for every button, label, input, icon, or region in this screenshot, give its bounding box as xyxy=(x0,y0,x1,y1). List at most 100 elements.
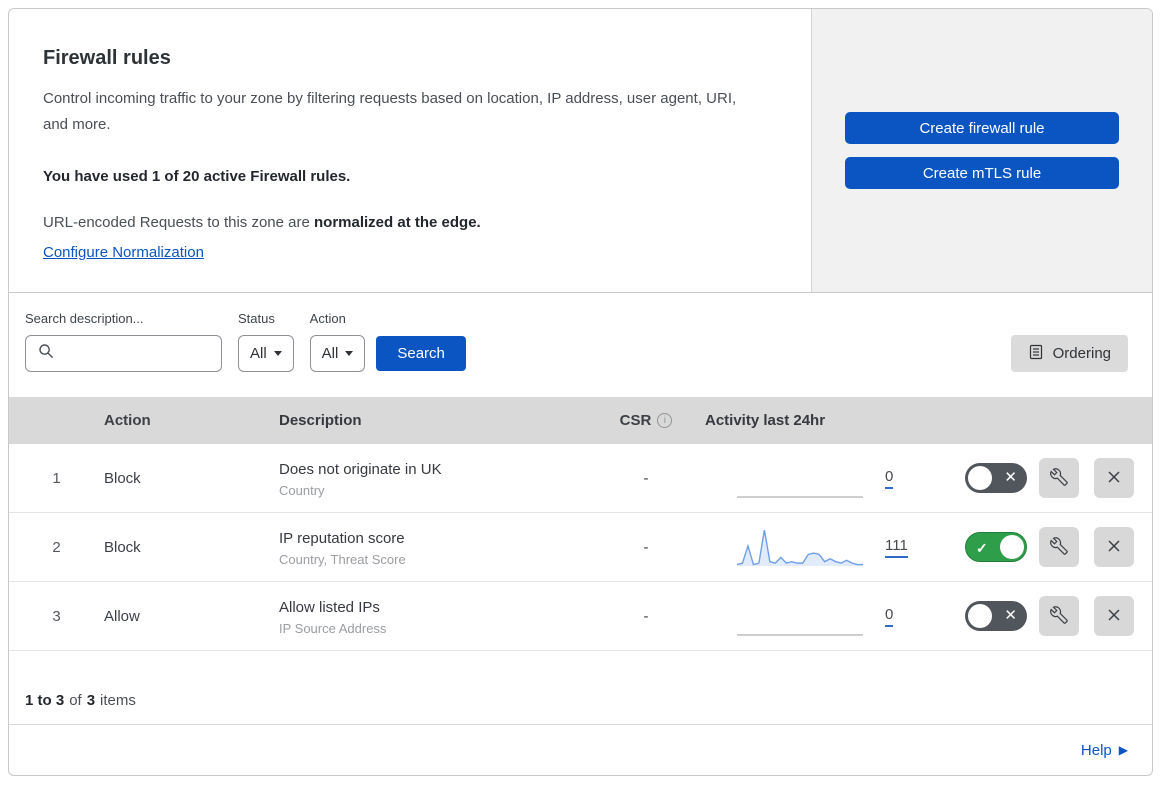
edit-rule-button[interactable] xyxy=(1039,596,1079,636)
activity-sparkline xyxy=(735,595,865,637)
rule-controls-cell: ✓ ✕ xyxy=(921,458,1152,498)
rule-description-cell: Allow listed IPs IP Source Address xyxy=(279,597,611,636)
rule-description: IP reputation score xyxy=(279,529,405,547)
usage-notice: You have used 1 of 20 active Firewall ru… xyxy=(43,168,351,185)
pagination-of: of xyxy=(69,692,82,709)
activity-sparkline xyxy=(735,457,865,499)
rule-priority: 2 xyxy=(52,538,61,556)
list-document-icon xyxy=(1028,344,1044,364)
activity-count-link[interactable]: 0 xyxy=(885,606,894,627)
rule-description: Allow listed IPs xyxy=(279,598,380,616)
toggle-knob xyxy=(1000,535,1024,559)
search-button[interactable]: Search xyxy=(376,336,466,371)
activity-column-header: Activity last 24hr xyxy=(705,412,826,429)
info-circle-icon[interactable]: i xyxy=(657,413,673,428)
table-row: 3 Allow Allow listed IPs IP Source Addre… xyxy=(9,582,1152,651)
pagination-range: 1 to 3 xyxy=(25,692,65,709)
description-column-header: Description xyxy=(279,412,362,429)
rule-activity-cell: 0 xyxy=(681,457,921,499)
ordering-button-label: Ordering xyxy=(1052,345,1111,362)
pagination-summary: 1 to 3 of 3 items xyxy=(9,651,1152,725)
toggle-knob xyxy=(968,466,992,490)
caret-right-icon: ▶ xyxy=(1118,743,1128,757)
caret-down-icon xyxy=(345,351,354,356)
activity-count-link[interactable]: 111 xyxy=(885,537,908,558)
action-field-group: Action All xyxy=(309,311,366,372)
help-link-label: Help xyxy=(1080,741,1112,759)
status-field-group: Status All xyxy=(238,311,294,372)
search-label: Search description... xyxy=(25,311,144,326)
action-dropdown-value: All xyxy=(321,345,339,362)
status-dropdown-value: All xyxy=(250,345,267,362)
rule-priority: 3 xyxy=(52,607,61,625)
caret-down-icon xyxy=(273,351,282,356)
status-dropdown[interactable]: All xyxy=(238,335,294,372)
rule-description-cell: IP reputation score Country, Threat Scor… xyxy=(279,528,611,567)
edit-rule-button[interactable] xyxy=(1039,527,1079,567)
delete-rule-button[interactable] xyxy=(1094,458,1134,498)
x-mark-icon: ✕ xyxy=(1004,469,1017,486)
rule-enabled-toggle[interactable]: ✓ ✕ xyxy=(965,601,1027,631)
delete-rule-button[interactable] xyxy=(1094,596,1134,636)
rule-match-fields: IP Source Address xyxy=(279,620,387,636)
rule-csr-value: - xyxy=(643,469,649,487)
rule-enabled-toggle[interactable]: ✓ ✕ xyxy=(965,532,1027,562)
firewall-rules-card: Firewall rules Control incoming traffic … xyxy=(8,8,1153,776)
search-box[interactable] xyxy=(25,335,222,372)
rule-activity-cell: 111 xyxy=(681,526,921,568)
create-firewall-rule-button[interactable]: Create firewall rule xyxy=(845,112,1119,144)
rule-description: Does not originate in UK xyxy=(279,460,442,478)
x-icon xyxy=(1106,607,1122,626)
rule-action: Block xyxy=(104,469,141,487)
create-mtls-rule-button[interactable]: Create mTLS rule xyxy=(845,157,1119,189)
rule-csr-value: - xyxy=(643,538,649,556)
x-icon xyxy=(1106,469,1122,488)
wrench-icon xyxy=(1050,605,1068,627)
table-header-row: Action Description CSR i Activity last 24… xyxy=(9,397,1152,444)
filter-bar: Search description... Status All Action … xyxy=(9,293,1152,397)
x-mark-icon: ✕ xyxy=(1004,607,1017,624)
wrench-icon xyxy=(1050,467,1068,489)
rule-priority: 1 xyxy=(52,469,61,487)
check-mark-icon: ✓ xyxy=(976,540,988,556)
table-row: 2 Block IP reputation score Country, Thr… xyxy=(9,513,1152,582)
wrench-icon xyxy=(1050,536,1068,558)
rule-controls-cell: ✓ ✕ xyxy=(921,596,1152,636)
help-link[interactable]: Help ▶ xyxy=(1081,742,1128,759)
pagination-total: 3 xyxy=(86,692,96,709)
normalization-bold-text: normalized at the edge. xyxy=(314,214,481,231)
pagination-items: items xyxy=(100,692,136,709)
rule-action: Allow xyxy=(104,607,140,625)
page-title: Firewall rules xyxy=(43,47,171,69)
rule-enabled-toggle[interactable]: ✓ ✕ xyxy=(965,463,1027,493)
rule-match-fields: Country, Threat Score xyxy=(279,551,406,567)
normalization-line: URL-encoded Requests to this zone are no… xyxy=(43,211,771,265)
configure-normalization-link[interactable]: Configure Normalization xyxy=(43,241,204,265)
status-label: Status xyxy=(238,311,275,326)
x-icon xyxy=(1106,538,1122,557)
page-description: Control incoming traffic to your zone by… xyxy=(43,90,737,133)
rule-match-fields: Country xyxy=(279,482,325,498)
rule-description-cell: Does not originate in UK Country xyxy=(279,459,611,498)
action-dropdown[interactable]: All xyxy=(309,335,366,372)
csr-header-label: CSR xyxy=(619,412,652,429)
activity-sparkline xyxy=(735,526,865,568)
action-label: Action xyxy=(309,311,346,326)
toggle-knob xyxy=(968,604,992,628)
rule-action: Block xyxy=(104,538,141,556)
ordering-button[interactable]: Ordering xyxy=(1010,335,1128,372)
edit-rule-button[interactable] xyxy=(1039,458,1079,498)
rule-controls-cell: ✓ ✕ xyxy=(921,527,1152,567)
rule-csr-value: - xyxy=(643,607,649,625)
header-section: Firewall rules Control incoming traffic … xyxy=(9,9,1152,293)
activity-count-link[interactable]: 0 xyxy=(885,468,894,489)
csr-column-header: CSR i xyxy=(611,412,681,429)
magnifier-icon xyxy=(38,343,54,364)
action-column-header: Action xyxy=(104,412,151,429)
help-row: Help ▶ xyxy=(9,725,1152,775)
table-row: 1 Block Does not originate in UK Country… xyxy=(9,444,1152,513)
actions-panel: Create firewall rule Create mTLS rule xyxy=(811,9,1152,292)
header-text-block: Firewall rules Control incoming traffic … xyxy=(9,9,811,292)
search-input[interactable] xyxy=(62,344,211,363)
delete-rule-button[interactable] xyxy=(1094,527,1134,567)
